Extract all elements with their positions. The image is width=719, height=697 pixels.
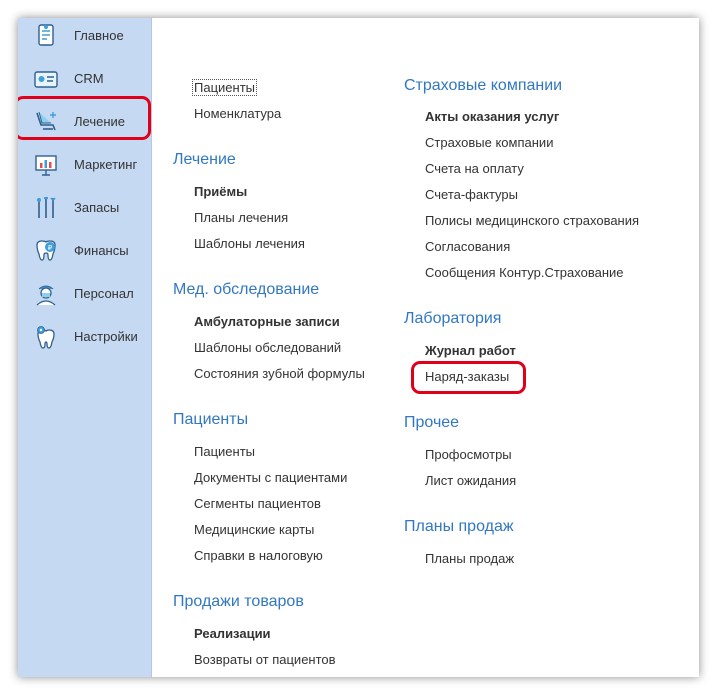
menu-link-appointments[interactable]: Приёмы bbox=[194, 184, 247, 199]
section-title-sales-plans: Планы продаж bbox=[404, 518, 514, 535]
menu-link-insurance-policies[interactable]: Полисы медицинского страхования bbox=[425, 213, 639, 228]
sidebar-item-settings[interactable]: Настройки bbox=[18, 320, 151, 354]
tooth-coin-icon: ₽ bbox=[33, 238, 59, 264]
menu-link-outpatient-records[interactable]: Амбулаторные записи bbox=[194, 314, 340, 329]
sidebar-item-label: Запасы bbox=[74, 200, 120, 215]
menu-link-kontur-messages[interactable]: Сообщения Контур.Страхование bbox=[425, 265, 624, 280]
sidebar-item-staff[interactable]: Персонал bbox=[18, 277, 151, 311]
selected-item-highlight bbox=[18, 96, 151, 140]
sidebar-item-marketing[interactable]: Маркетинг bbox=[18, 148, 151, 182]
sidebar-item-label: Главное bbox=[74, 28, 124, 43]
menu-link-work-log[interactable]: Журнал работ bbox=[425, 343, 516, 358]
section-title-patients: Пациенты bbox=[173, 411, 249, 428]
sidebar-item-label: Маркетинг bbox=[74, 157, 138, 172]
menu-link-tax-certificates[interactable]: Справки в налоговую bbox=[194, 548, 323, 563]
menu-link-approvals[interactable]: Согласования bbox=[425, 239, 510, 254]
menu-link-waiting-list[interactable]: Лист ожидания bbox=[425, 473, 516, 488]
tooth-gear-icon bbox=[33, 324, 59, 350]
menu-link-treatment-plans[interactable]: Планы лечения bbox=[194, 210, 288, 225]
section-title-treatment: Лечение bbox=[173, 151, 236, 168]
menu-link-sales[interactable]: Реализации bbox=[194, 626, 271, 641]
menu-link-patients-main[interactable]: Пациенты bbox=[192, 79, 257, 96]
section-title-laboratory: Лаборатория bbox=[404, 310, 502, 327]
menu-link-medical-cards[interactable]: Медицинские карты bbox=[194, 522, 314, 537]
menu-link-insurance-companies[interactable]: Страховые компании bbox=[425, 135, 553, 150]
app-window: Главное CRM Лечение Маркетинг Запасы ₽ Ф… bbox=[18, 18, 699, 677]
work-orders-highlight bbox=[411, 361, 526, 394]
menu-link-treatment-templates[interactable]: Шаблоны лечения bbox=[194, 236, 305, 251]
sidebar-item-stock[interactable]: Запасы bbox=[18, 191, 151, 225]
svg-text:₽: ₽ bbox=[48, 244, 53, 252]
menu-link-checkups[interactable]: Профосмотры bbox=[425, 447, 512, 462]
section-title-product-sales: Продажи товаров bbox=[173, 593, 304, 610]
menu-link-payment-invoices[interactable]: Счета на оплату bbox=[425, 161, 524, 176]
section-title-insurance: Страховые компании bbox=[404, 77, 563, 94]
section-title-other: Прочее bbox=[404, 414, 460, 431]
sidebar-item-home[interactable]: Главное bbox=[18, 19, 151, 53]
menu-link-tax-invoices[interactable]: Счета-фактуры bbox=[425, 187, 518, 202]
menu-link-patient-documents[interactable]: Документы с пациентами bbox=[194, 470, 347, 485]
sidebar-item-label: Финансы bbox=[74, 243, 129, 258]
menu-link-patients[interactable]: Пациенты bbox=[194, 444, 255, 459]
chart-board-icon bbox=[33, 152, 59, 178]
sidebar-item-label: Настройки bbox=[74, 329, 138, 344]
doctor-icon bbox=[33, 281, 59, 307]
dental-tools-icon bbox=[33, 195, 59, 221]
menu-link-patient-segments[interactable]: Сегменты пациентов bbox=[194, 496, 321, 511]
sidebar-item-crm[interactable]: CRM bbox=[18, 62, 151, 96]
sidebar: Главное CRM Лечение Маркетинг Запасы ₽ Ф… bbox=[18, 18, 152, 677]
sidebar-item-finance[interactable]: ₽ Финансы bbox=[18, 234, 151, 268]
crm-card-icon bbox=[33, 66, 59, 92]
menu-link-nomenclature[interactable]: Номенклатура bbox=[194, 106, 281, 121]
sidebar-item-label: CRM bbox=[74, 71, 104, 86]
sidebar-item-label: Персонал bbox=[74, 286, 134, 301]
menu-link-exam-templates[interactable]: Шаблоны обследований bbox=[194, 340, 341, 355]
menu-link-sales-plans[interactable]: Планы продаж bbox=[425, 551, 514, 566]
home-document-icon bbox=[33, 23, 59, 49]
menu-link-patient-returns[interactable]: Возвраты от пациентов bbox=[194, 652, 336, 667]
menu-link-dental-formula-states[interactable]: Состояния зубной формулы bbox=[194, 366, 365, 381]
menu-link-service-acts[interactable]: Акты оказания услуг bbox=[425, 109, 559, 124]
section-title-med-exam: Мед. обследование bbox=[173, 281, 320, 298]
